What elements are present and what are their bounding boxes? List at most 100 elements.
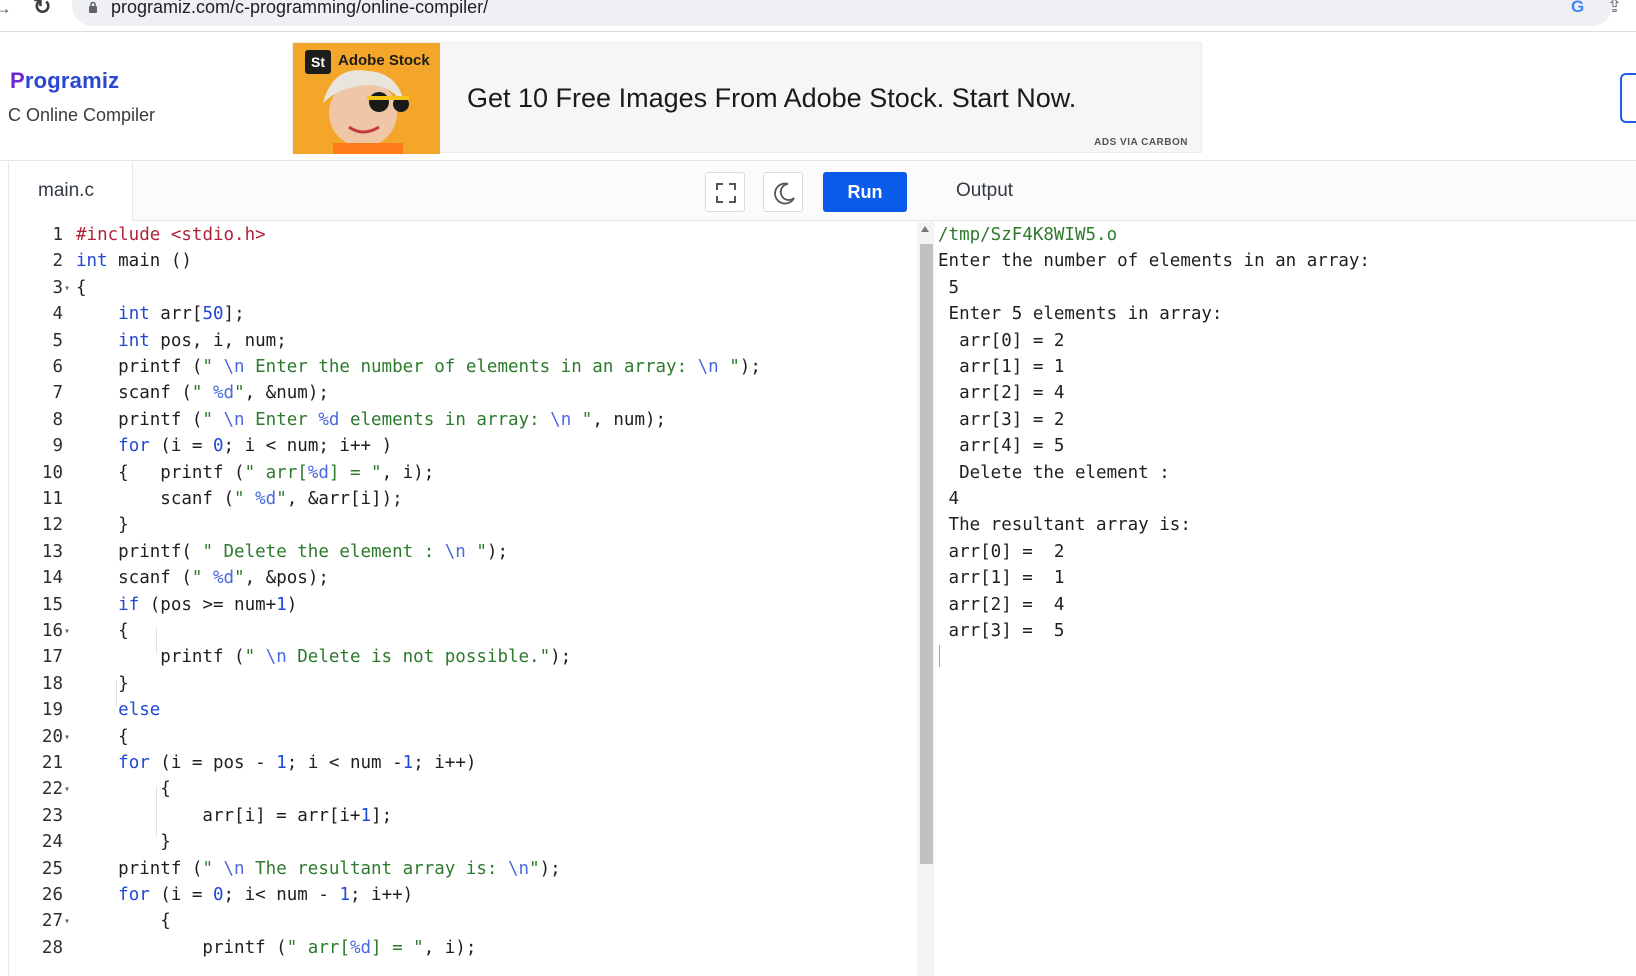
dark-mode-button[interactable] — [763, 172, 803, 212]
code-token: scanf ( — [76, 489, 235, 509]
ad-headline[interactable]: Get 10 Free Images From Adobe Stock. Sta… — [467, 83, 1076, 114]
scrollbar-thumb[interactable] — [920, 244, 933, 864]
output-line: arr[1] = 1 — [938, 568, 1065, 589]
line-number: 28 — [41, 937, 63, 958]
code-line[interactable]: 1 #include <stdio.h> — [9, 222, 909, 249]
code-token: \n — [550, 409, 572, 430]
programiz-logo[interactable]: Programiz — [10, 68, 119, 94]
code-token: 50 — [202, 304, 224, 325]
line-number: 13 — [41, 541, 63, 562]
share-icon[interactable]: ⇪ — [1607, 0, 1627, 16]
line-number: 24 — [41, 832, 63, 853]
code-line[interactable]: 27 ▾ { — [9, 908, 909, 935]
code-token: int — [118, 304, 150, 325]
code-token: main () — [107, 251, 192, 272]
run-button[interactable]: Run — [823, 172, 907, 212]
code-line[interactable]: 19 else — [9, 697, 909, 724]
code-token: else — [118, 700, 161, 721]
code-token: \n — [223, 409, 245, 430]
code-token: 0 — [212, 885, 224, 905]
fold-arrow-icon[interactable]: ▾ — [64, 618, 70, 645]
line-number: 3 — [52, 277, 63, 298]
code-token: for — [118, 885, 150, 905]
output-panel: Output /tmp/SzF4K8WIW5.o Enter the number… — [934, 162, 1636, 976]
logo-text: rogramiz — [24, 68, 120, 93]
line-number: 12 — [41, 515, 63, 536]
code-text: arr[i] = arr[i+1]; — [76, 803, 392, 830]
header-action-button[interactable] — [1620, 73, 1636, 123]
fold-arrow-icon[interactable]: ▾ — [64, 275, 70, 302]
fold-arrow-icon[interactable]: ▾ — [64, 724, 70, 751]
code-line[interactable]: 20 ▾ { — [9, 724, 909, 751]
code-line[interactable]: 16 ▾ { — [9, 618, 909, 645]
code-token: for — [118, 436, 150, 457]
code-token: ); — [539, 858, 561, 879]
code-line[interactable]: 3 ▾ { — [9, 275, 909, 302]
ad-image[interactable]: St Adobe Stock — [293, 43, 440, 154]
output-line: Enter the number of elements in an array… — [938, 251, 1370, 272]
code-line[interactable]: 12 } — [9, 512, 909, 539]
code-line[interactable]: 13 printf( " Delete the element : \n "); — [9, 539, 909, 566]
code-line[interactable]: 11 scanf (" %d", &arr[i]); — [9, 486, 909, 513]
code-line[interactable]: 26 for (i = 0; i< num - 1; i++) — [9, 882, 909, 909]
code-line[interactable]: 5 int pos, i, num; — [9, 328, 909, 355]
code-text: scanf (" %d", &num); — [76, 380, 329, 407]
code-token: (i = pos - — [149, 753, 277, 773]
adobe-stock-icon: St — [305, 50, 331, 74]
code-area[interactable]: 1 #include <stdio.h> 2 int main () 3 ▾{4 int … — [9, 222, 909, 976]
code-token: } — [76, 515, 129, 536]
code-text: #include <stdio.h> — [76, 222, 266, 249]
line-number: 9 — [52, 436, 63, 457]
line-number: 2 — [52, 251, 63, 272]
ad-banner[interactable]: St Adobe Stock Get 10 Free Images From A… — [292, 42, 1202, 154]
code-line[interactable]: 7 scanf (" %d", &num); — [9, 380, 909, 407]
code-line[interactable]: 22 ▾ { — [9, 776, 909, 803]
output-line: arr[2] = 4 — [938, 594, 1065, 615]
code-line[interactable]: 23 arr[i] = arr[i+1]; — [9, 803, 909, 830]
code-line[interactable]: 15 if (pos >= num+1) — [9, 592, 909, 619]
output-line: 5 — [938, 277, 960, 298]
code-line[interactable]: 10 { printf (" arr[%d] = ", i); — [9, 460, 909, 487]
code-token: (i = — [149, 436, 213, 457]
code-line[interactable]: 24 } — [9, 829, 909, 856]
code-token: ); — [739, 357, 761, 377]
code-line[interactable]: 28 printf (" arr[%d] = ", i); — [9, 935, 909, 962]
code-token: , i); — [381, 462, 435, 483]
fold-arrow-icon[interactable]: ▾ — [64, 776, 70, 803]
code-line[interactable]: 18 } — [9, 671, 909, 698]
google-icon[interactable]: G — [1571, 0, 1589, 16]
code-token: \n — [223, 858, 245, 879]
fold-arrow-icon[interactable]: ▾ — [64, 908, 70, 935]
code-token: " — [191, 383, 213, 404]
code-token: , i); — [423, 937, 477, 958]
code-line[interactable]: 14 scanf (" %d", &pos); — [9, 565, 909, 592]
scroll-up-icon[interactable] — [921, 226, 929, 232]
code-line[interactable]: 17 printf (" \n Delete is not possible."… — [9, 644, 909, 671]
back-arrow-icon[interactable]: → — [0, 0, 14, 20]
reload-icon[interactable]: ↻ — [33, 0, 55, 18]
line-number: 21 — [41, 753, 63, 773]
code-text: printf (" \n Enter the number of element… — [76, 354, 761, 381]
fullscreen-button[interactable] — [705, 172, 745, 212]
line-number: 8 — [52, 409, 63, 430]
ad-credit[interactable]: ADS VIA CARBON — [1094, 137, 1188, 148]
code-line[interactable]: 8 printf (" \n Enter %d elements in arra… — [9, 407, 909, 434]
code-token: { printf ( — [76, 462, 245, 483]
code-line[interactable]: 2 int main () — [9, 248, 909, 275]
code-line[interactable]: 6 printf (" \n Enter the number of eleme… — [9, 354, 909, 381]
editor-scrollbar[interactable] — [917, 222, 934, 976]
tab-main-c[interactable]: main.c — [9, 162, 133, 221]
code-line[interactable]: 21 for (i = pos - 1; i < num -1; i++) — [9, 750, 909, 777]
code-token: int — [118, 330, 150, 351]
code-line[interactable]: 9 for (i = 0; i < num; i++ ) — [9, 433, 909, 460]
code-text: } — [76, 829, 171, 856]
output-console[interactable]: /tmp/SzF4K8WIW5.o Enter the number of ele… — [934, 222, 1636, 976]
logo-letter: P — [10, 68, 25, 93]
code-line[interactable]: 25 printf (" \n The resultant array is: … — [9, 856, 909, 883]
code-token: ; i++) — [349, 885, 414, 905]
url-text[interactable]: programiz.com/c-programming/online-compi… — [111, 0, 488, 18]
line-number: 27 — [41, 911, 63, 932]
code-token: , num); — [592, 409, 667, 430]
code-line[interactable]: 4 int arr[50]; — [9, 301, 909, 328]
